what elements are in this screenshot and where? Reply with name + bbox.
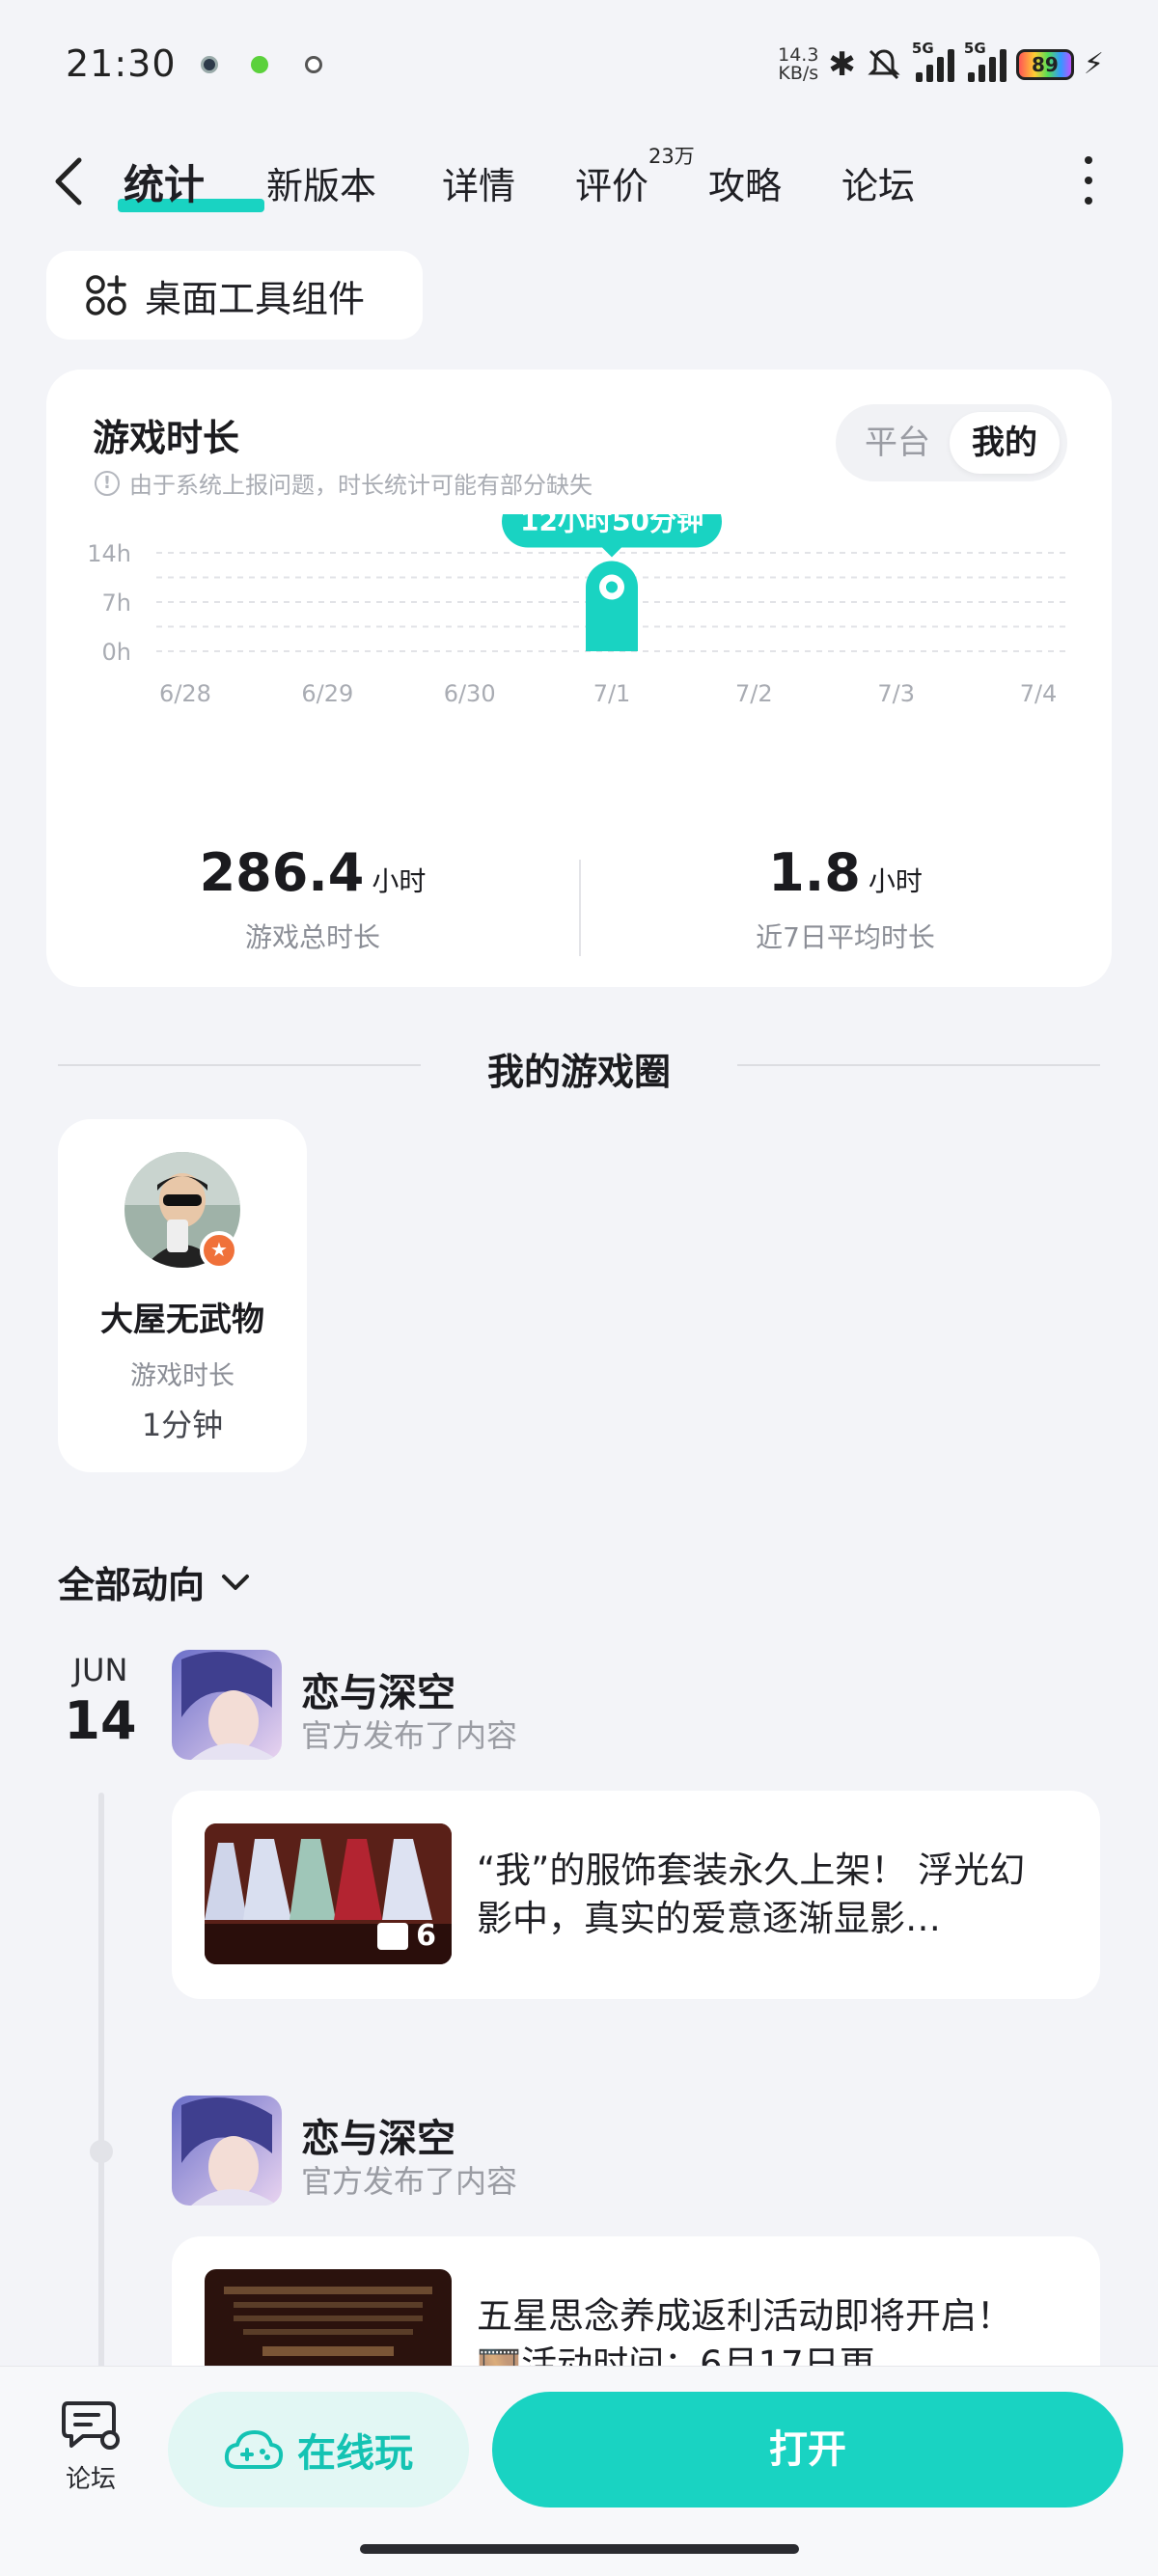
desktop-widget-button[interactable]: 桌面工具组件: [46, 251, 423, 340]
image-icon: [377, 1922, 409, 1950]
bar-marker: [606, 581, 618, 593]
notification-icon: [251, 56, 268, 73]
signal-icon: 5G: [964, 40, 1006, 82]
back-button[interactable]: [46, 152, 95, 210]
post-header[interactable]: 恋与深空 官方发布了内容: [172, 1650, 1040, 1762]
x-tick-label: 7/3: [877, 680, 915, 707]
playtime-stats-card: 游戏时长 ! 由于系统上报问题，时长统计可能有部分缺失 平台 我的 0h 7h 14…: [46, 370, 1112, 987]
feed-date-day: 14: [64, 1690, 137, 1751]
timeline-dot: [90, 2140, 113, 2163]
friend-playtime-label: 游戏时长: [130, 1361, 234, 1391]
cloud-gamepad-icon: [224, 2430, 284, 2469]
tab-details[interactable]: 详情: [442, 156, 515, 209]
status-bar: 21:30 14.3 KB/s ✱ 5G 5G 89 ⚡: [0, 0, 1158, 130]
game-circle-title: 我的游戏圈: [486, 1051, 671, 1093]
info-icon: !: [95, 470, 120, 496]
total-playtime-value: 286.4: [199, 842, 365, 903]
timeline-line: [98, 1793, 104, 2371]
play-online-button[interactable]: 在线玩: [168, 2392, 469, 2507]
avg-playtime: 1.8 小时 近7日平均时长: [579, 842, 1112, 955]
x-tick-label: 6/28: [159, 680, 211, 707]
tab-reviews[interactable]: 评价: [575, 156, 648, 209]
friend-playtime-value: 1分钟: [141, 1407, 224, 1443]
avg-playtime-label: 近7日平均时长: [756, 921, 935, 953]
charging-icon: ⚡: [1083, 47, 1104, 81]
battery-icon: 89: [1015, 49, 1074, 80]
signal-icon: 5G: [912, 40, 954, 82]
more-options-button[interactable]: [1079, 156, 1098, 205]
tab-new-version[interactable]: 新版本: [266, 156, 376, 209]
total-playtime-label: 游戏总时长: [244, 921, 380, 953]
source-segment-control: 平台 我的: [836, 404, 1067, 481]
widget-grid-icon: [86, 275, 126, 315]
tab-stats[interactable]: 统计: [124, 152, 205, 211]
open-game-button[interactable]: 打开: [492, 2392, 1123, 2507]
stats-note: ! 由于系统上报问题，时长统计可能有部分缺失: [95, 466, 593, 500]
review-count-badge: 23万: [648, 145, 695, 168]
bar-tooltip-pointer: [602, 547, 621, 558]
segment-platform[interactable]: 平台: [849, 412, 946, 474]
post-action: 官方发布了内容: [301, 2163, 518, 2200]
tab-guides[interactable]: 攻略: [708, 156, 782, 209]
x-tick-label: 6/29: [301, 680, 353, 707]
home-indicator[interactable]: [360, 2544, 799, 2554]
status-time: 21:30: [66, 42, 177, 85]
notification-icon: [201, 56, 218, 73]
avg-playtime-value: 1.8: [768, 842, 861, 903]
tab-forum[interactable]: 论坛: [841, 156, 915, 209]
y-tick-label: 7h: [102, 589, 131, 617]
x-tick-label: 6/30: [444, 680, 496, 707]
x-tick-label: 7/1: [593, 680, 631, 707]
post-action: 官方发布了内容: [301, 1717, 518, 1754]
segment-mine[interactable]: 我的: [950, 412, 1060, 474]
feed-filter-label: 全部动向: [58, 1564, 206, 1606]
bar-tooltip-label: 12小时50分钟: [520, 514, 703, 537]
notification-icon: [305, 56, 322, 73]
post-header[interactable]: 恋与深空 官方发布了内容: [172, 2096, 1040, 2207]
game-circle-header: 我的游戏圈: [58, 1042, 1100, 1093]
total-playtime: 286.4 小时 游戏总时长: [46, 842, 579, 955]
net-speed: 14.3 KB/s: [778, 44, 819, 84]
post-author: 恋与深空: [301, 2117, 455, 2161]
y-tick-label: 0h: [102, 639, 131, 666]
stats-note-text: 由于系统上报问题，时长统计可能有部分缺失: [129, 472, 593, 499]
y-tick-label: 14h: [87, 540, 131, 567]
post-text: “我”的服饰套装永久上架！ 浮光幻影中，真实的爱意逐渐显影…: [477, 1850, 1026, 1939]
forum-chat-icon: [62, 2401, 120, 2450]
x-tick-label: 7/4: [1020, 680, 1058, 707]
post-thumbnail: 6: [205, 1823, 452, 1964]
game-avatar: [172, 2096, 282, 2206]
friend-name: 大屋无武物: [100, 1301, 264, 1339]
forum-button[interactable]: 论坛: [50, 2396, 131, 2495]
star-badge-icon: ★: [200, 1231, 238, 1270]
feed-filter-dropdown[interactable]: 全部动向: [58, 1555, 253, 1608]
playtime-title: 游戏时长: [93, 417, 240, 459]
total-playtime-unit: 小时: [372, 865, 427, 897]
x-tick-label: 7/2: [735, 680, 773, 707]
chevron-down-icon: [222, 1574, 250, 1590]
play-online-label: 在线玩: [297, 2431, 413, 2476]
mute-icon: [868, 49, 900, 80]
post-card[interactable]: 6 “我”的服饰套装永久上架！ 浮光幻影中，真实的爱意逐渐显影…: [172, 1791, 1100, 1999]
avg-playtime-unit: 小时: [868, 865, 923, 897]
back-arrow-icon: [55, 157, 82, 206]
post-author: 恋与深空: [301, 1671, 455, 1715]
forum-label: 论坛: [65, 2465, 116, 2494]
bluetooth-icon: ✱: [828, 45, 856, 84]
top-nav: 统计 新版本 详情 评价 23万 攻略 论坛: [0, 135, 1158, 228]
widget-button-label: 桌面工具组件: [145, 277, 366, 320]
game-avatar: [172, 1650, 282, 1760]
feed-date-month: JUN: [72, 1652, 128, 1688]
image-count: 6: [377, 1919, 436, 1953]
friend-card[interactable]: ★ 大屋无武物 游戏时长 1分钟: [58, 1119, 307, 1472]
